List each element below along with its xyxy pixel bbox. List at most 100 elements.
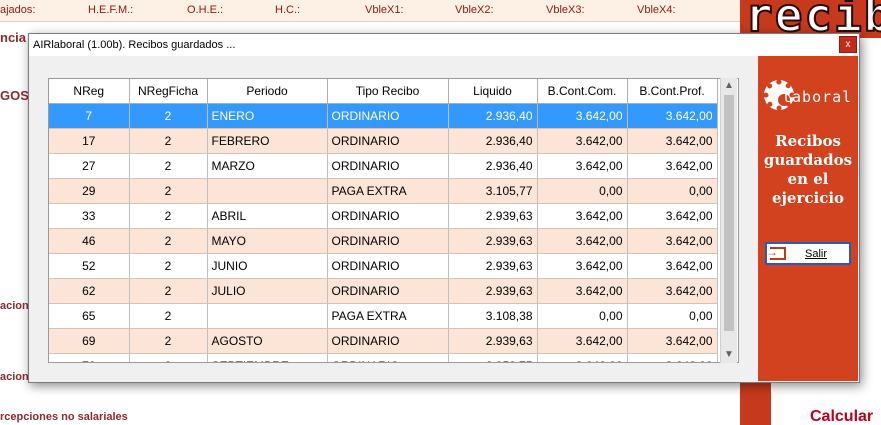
table-cell: ORDINARIO [327, 253, 449, 279]
bg-label-5: VbleX1: [365, 4, 404, 16]
table-row[interactable]: 29 2 PAGA EXTRA 3.105,77 0,00 0,00 [49, 178, 718, 204]
table-cell: MARZO [207, 153, 328, 179]
scrollbar-thumb[interactable] [724, 95, 734, 331]
column-header[interactable]: NRegFicha [129, 79, 208, 104]
column-header[interactable]: B.Cont.Prof. [627, 79, 718, 104]
table-cell: 7 [49, 103, 130, 129]
table-cell: 0,00 [627, 303, 718, 329]
table-cell: PAGA EXTRA [327, 178, 449, 204]
bg-text-4: acion [0, 371, 29, 383]
bg-text-1: ncia [0, 30, 27, 45]
receipts-table: NReg NRegFicha Periodo Tipo Recibo Liqui… [49, 79, 718, 362]
table-cell: 3.642,00 [537, 103, 628, 129]
table-cell: SEPTIEMBRE [207, 353, 328, 362]
bg-label-8: VbleX4: [637, 4, 676, 16]
side-panel: laboral Recibos guardados en el ejercici… [758, 56, 858, 381]
table-cell: FEBRERO [207, 128, 328, 154]
table-cell: 3.108,38 [448, 303, 538, 329]
table-cell: 2 [129, 278, 208, 304]
table-cell: 2 [129, 228, 208, 254]
table-cell: ORDINARIO [327, 128, 449, 154]
dialog-title: AIRlaboral (1.00b). Recibos guardados ..… [33, 39, 236, 51]
table-cell: ORDINARIO [327, 203, 449, 229]
table-cell: 3.642,00 [537, 228, 628, 254]
scroll-up-icon[interactable]: ▲ [721, 78, 737, 94]
dialog-titlebar[interactable]: AIRlaboral (1.00b). Recibos guardados ..… [29, 34, 859, 56]
table-cell: ORDINARIO [327, 353, 449, 362]
table-cell: ORDINARIO [327, 278, 449, 304]
table-cell: ORDINARIO [327, 153, 449, 179]
table-cell: 3.642,00 [627, 153, 718, 179]
vertical-scrollbar[interactable]: ▲ ▼ [720, 78, 737, 363]
table-cell: 3.642,00 [537, 253, 628, 279]
caption-line: ejercicio [771, 189, 845, 207]
table-row[interactable]: 27 2 MARZO ORDINARIO 2.936,40 3.642,00 3.642,0… [49, 153, 718, 179]
table-cell: 3.642,00 [627, 328, 718, 354]
table-cell: 3.642,00 [627, 253, 718, 279]
bg-text-5: rcepciones no salariales [0, 411, 128, 423]
table-row[interactable]: 33 2 ABRIL ORDINARIO 2.939,63 3.642,00 3.642,0… [49, 203, 718, 229]
table-cell: PAGA EXTRA [327, 303, 449, 329]
column-header[interactable]: Tipo Recibo [327, 79, 449, 104]
table-cell: 0,00 [537, 303, 628, 329]
table-cell: 3.642,00 [537, 278, 628, 304]
table-row[interactable]: 69 2 AGOSTO ORDINARIO 2.939,63 3.642,00 3.642,… [49, 328, 718, 354]
exit-button[interactable]: Salir [765, 242, 851, 265]
table-cell: 2.936,40 [448, 153, 538, 179]
table-row[interactable]: 762SEPTIEMBREORDINARIO2.953,753.642,003.… [49, 353, 718, 362]
table-cell: 0,00 [627, 178, 718, 204]
table-cell: ORDINARIO [327, 328, 449, 354]
bg-label-6: VbleX2: [455, 4, 494, 16]
bg-label-3: O.H.E.: [187, 4, 224, 16]
column-header[interactable]: NReg [49, 79, 130, 104]
table-row[interactable]: 65 2 PAGA EXTRA 3.108,38 0,00 0,00 [49, 303, 718, 329]
scroll-down-icon[interactable]: ▼ [721, 347, 737, 363]
saved-receipts-dialog: AIRlaboral (1.00b). Recibos guardados ..… [28, 33, 860, 383]
table-cell: 2 [129, 203, 208, 229]
table-cell: 3.642,00 [537, 153, 628, 179]
table-cell: 2.939,63 [448, 278, 538, 304]
bg-label-1: ajados: [0, 4, 36, 16]
table-cell: 62 [49, 278, 130, 304]
table-row[interactable]: 62 2 JULIO ORDINARIO 2.939,63 3.642,00 3.642,0… [49, 278, 718, 304]
table-cell: AGOSTO [207, 328, 328, 354]
exit-button-label: Salir [805, 248, 828, 260]
table-cell: 3.642,00 [537, 203, 628, 229]
caption-line: Recibos [775, 132, 841, 150]
calcular-button[interactable]: Calcular [810, 408, 873, 425]
table-cell: 0,00 [537, 178, 628, 204]
close-icon[interactable]: x [839, 36, 857, 53]
caption-line: en el [787, 170, 829, 188]
table-cell [207, 178, 328, 204]
table-cell: 2.939,63 [448, 228, 538, 254]
table-cell: 76 [49, 353, 130, 362]
table-cell: 3.642,00 [627, 203, 718, 229]
table-cell: 3.642,00 [627, 103, 718, 129]
bg-label-7: VbleX3: [546, 4, 585, 16]
laboral-logo: laboral [764, 80, 854, 114]
table-cell: 65 [49, 303, 130, 329]
bg-label-2: H.E.F.M.: [88, 4, 134, 16]
table-cell: 2.939,63 [448, 203, 538, 229]
table-cell: 27 [49, 153, 130, 179]
column-header[interactable]: Periodo [207, 79, 328, 104]
column-header[interactable]: Liquido [448, 79, 538, 104]
table-cell [207, 303, 328, 329]
table-cell: 3.642,00 [537, 128, 628, 154]
table-row[interactable]: 17 2 FEBRERO ORDINARIO 2.936,40 3.642,00 3.642… [49, 128, 718, 154]
table-row[interactable]: 46 2 MAYO ORDINARIO 2.939,63 3.642,00 3.642,00 [49, 228, 718, 254]
table-cell: 3.642,00 [627, 228, 718, 254]
bg-label-4: H.C.: [275, 4, 301, 16]
table-cell: 2 [129, 153, 208, 179]
table-row[interactable]: 7 2 ENERO ORDINARIO 2.936,40 3.642,00 3.642,00 [49, 103, 718, 129]
table-cell: 3.642,00 [627, 278, 718, 304]
table-cell: 33 [49, 203, 130, 229]
table-cell: 2 [129, 328, 208, 354]
table-cell: 3.105,77 [448, 178, 538, 204]
column-header[interactable]: B.Cont.Com. [537, 79, 628, 104]
table-row[interactable]: 52 2 JUNIO ORDINARIO 2.939,63 3.642,00 3.642,0… [49, 253, 718, 279]
receipts-grid[interactable]: NReg NRegFicha Periodo Tipo Recibo Liqui… [48, 78, 739, 363]
table-cell: 52 [49, 253, 130, 279]
side-caption: Recibos guardados en el ejercicio [758, 132, 858, 208]
table-cell: 3.642,00 [627, 353, 718, 362]
